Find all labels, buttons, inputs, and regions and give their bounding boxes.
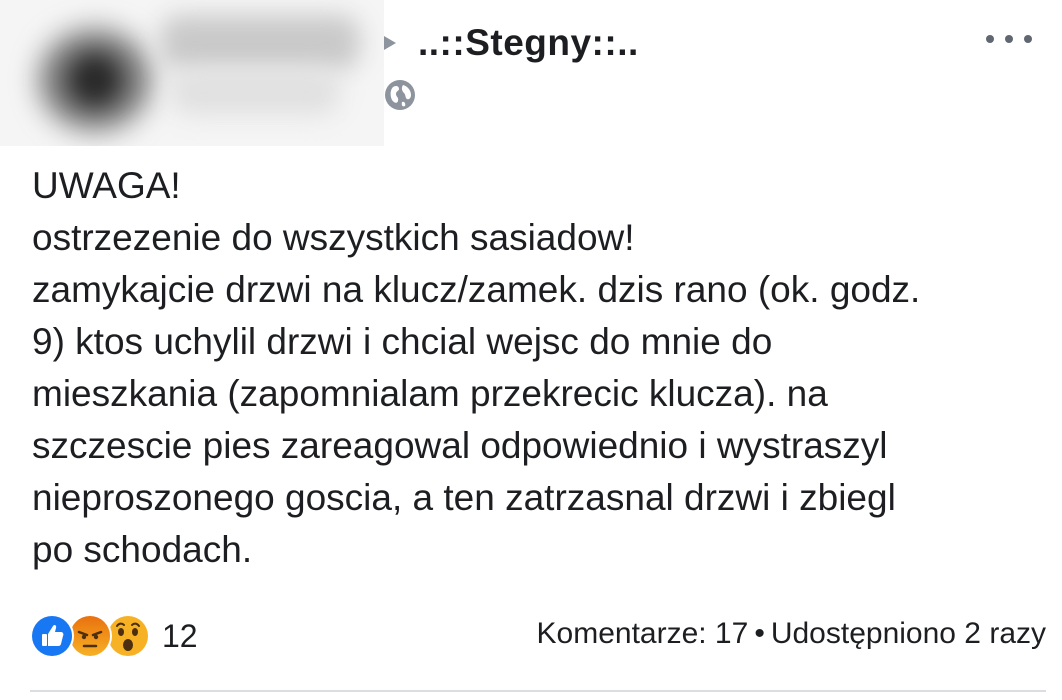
- more-dot: [1005, 35, 1013, 43]
- author-name-blur-shape: [160, 15, 360, 70]
- post-text-line: mieszkania (zapomnialam przekrecic klucz…: [32, 373, 828, 414]
- avatar-blur-shape: [70, 55, 120, 105]
- author-meta-blur-shape: [170, 70, 340, 115]
- like-reaction-icon: [30, 614, 74, 658]
- more-dot: [1024, 35, 1032, 43]
- angry-reaction-icon: [68, 614, 112, 658]
- more-dot: [986, 35, 994, 43]
- caret-right-icon: [384, 36, 396, 50]
- post-text-line: zamykajcie drzwi na klucz/zamek. dzis ra…: [32, 269, 921, 310]
- group-name-link[interactable]: ..::Stegny::..: [418, 22, 639, 64]
- reactions-summary[interactable]: 12: [30, 614, 198, 658]
- reaction-count: 12: [162, 617, 198, 654]
- shares-count-link[interactable]: Udostępniono 2 razy: [771, 617, 1046, 650]
- post-text-line: UWAGA!: [32, 165, 181, 206]
- comments-count-link[interactable]: Komentarze: 17: [537, 617, 749, 650]
- globe-icon[interactable]: [384, 79, 416, 111]
- facebook-post: ..::Stegny::.. UWAGA! ostrzezenie do wsz…: [0, 0, 1062, 700]
- post-body-text: UWAGA! ostrzezenie do wszystkich sasiado…: [32, 160, 1042, 576]
- footer-divider: [30, 690, 1046, 692]
- post-text-line: po schodach.: [32, 529, 253, 570]
- wow-reaction-icon: [106, 614, 150, 658]
- post-text-line: ostrzezenie do wszystkich sasiadow!: [32, 217, 635, 258]
- blurred-author-area[interactable]: [0, 0, 384, 146]
- post-text-line: szczescie pies zareagowal odpowiednio i …: [32, 425, 888, 466]
- post-text-line: 9) ktos uchylil drzwi i chcial wejsc do …: [32, 321, 773, 362]
- more-options-icon[interactable]: [986, 24, 1032, 54]
- post-text-line: nieproszonego goscia, a ten zatrzasnal d…: [32, 477, 896, 518]
- stats-separator: •: [754, 617, 765, 650]
- engagement-stats: Komentarze: 17 • Udostępniono 2 razy: [537, 617, 1046, 651]
